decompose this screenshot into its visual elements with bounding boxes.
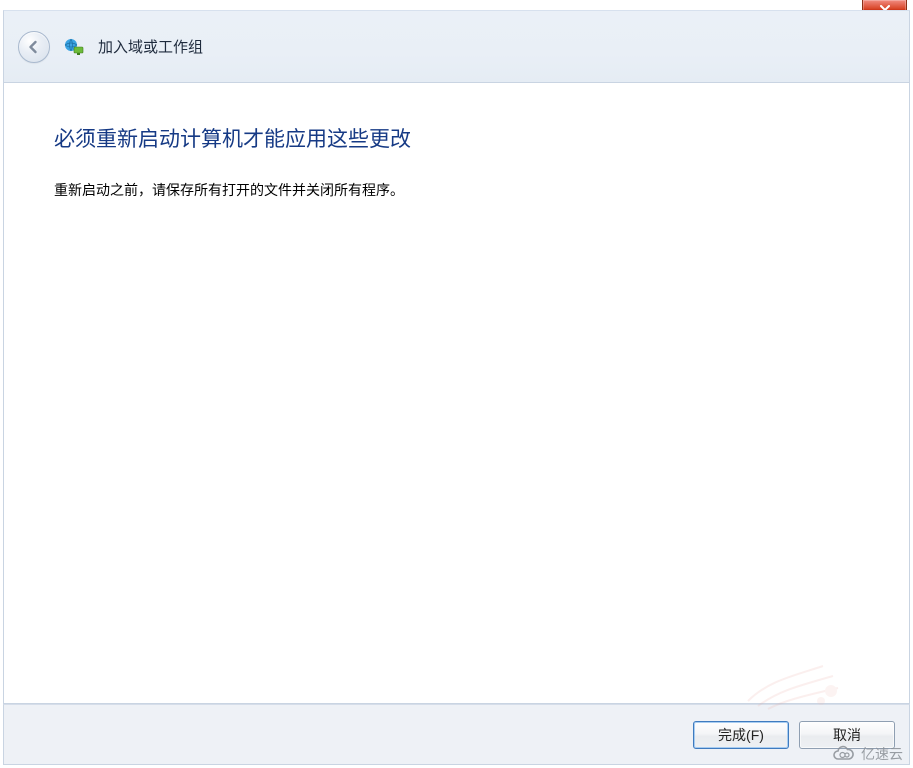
wizard-title: 加入域或工作组 [98, 36, 203, 57]
wizard-footer: 完成(F) 取消 [3, 704, 910, 765]
back-arrow-icon [26, 39, 42, 55]
page-body-text: 重新启动之前，请保存所有打开的文件并关闭所有程序。 [54, 179, 859, 201]
page-heading: 必须重新启动计算机才能应用这些更改 [54, 123, 859, 153]
finish-button[interactable]: 完成(F) [693, 721, 789, 749]
wizard-content: 必须重新启动计算机才能应用这些更改 重新启动之前，请保存所有打开的文件并关闭所有… [3, 83, 910, 704]
cancel-button[interactable]: 取消 [799, 721, 895, 749]
domain-wizard-icon [64, 37, 84, 57]
wizard-header: 加入域或工作组 [3, 10, 910, 83]
back-button[interactable] [18, 31, 50, 63]
wizard-window: 加入域或工作组 必须重新启动计算机才能应用这些更改 重新启动之前，请保存所有打开… [0, 0, 913, 768]
